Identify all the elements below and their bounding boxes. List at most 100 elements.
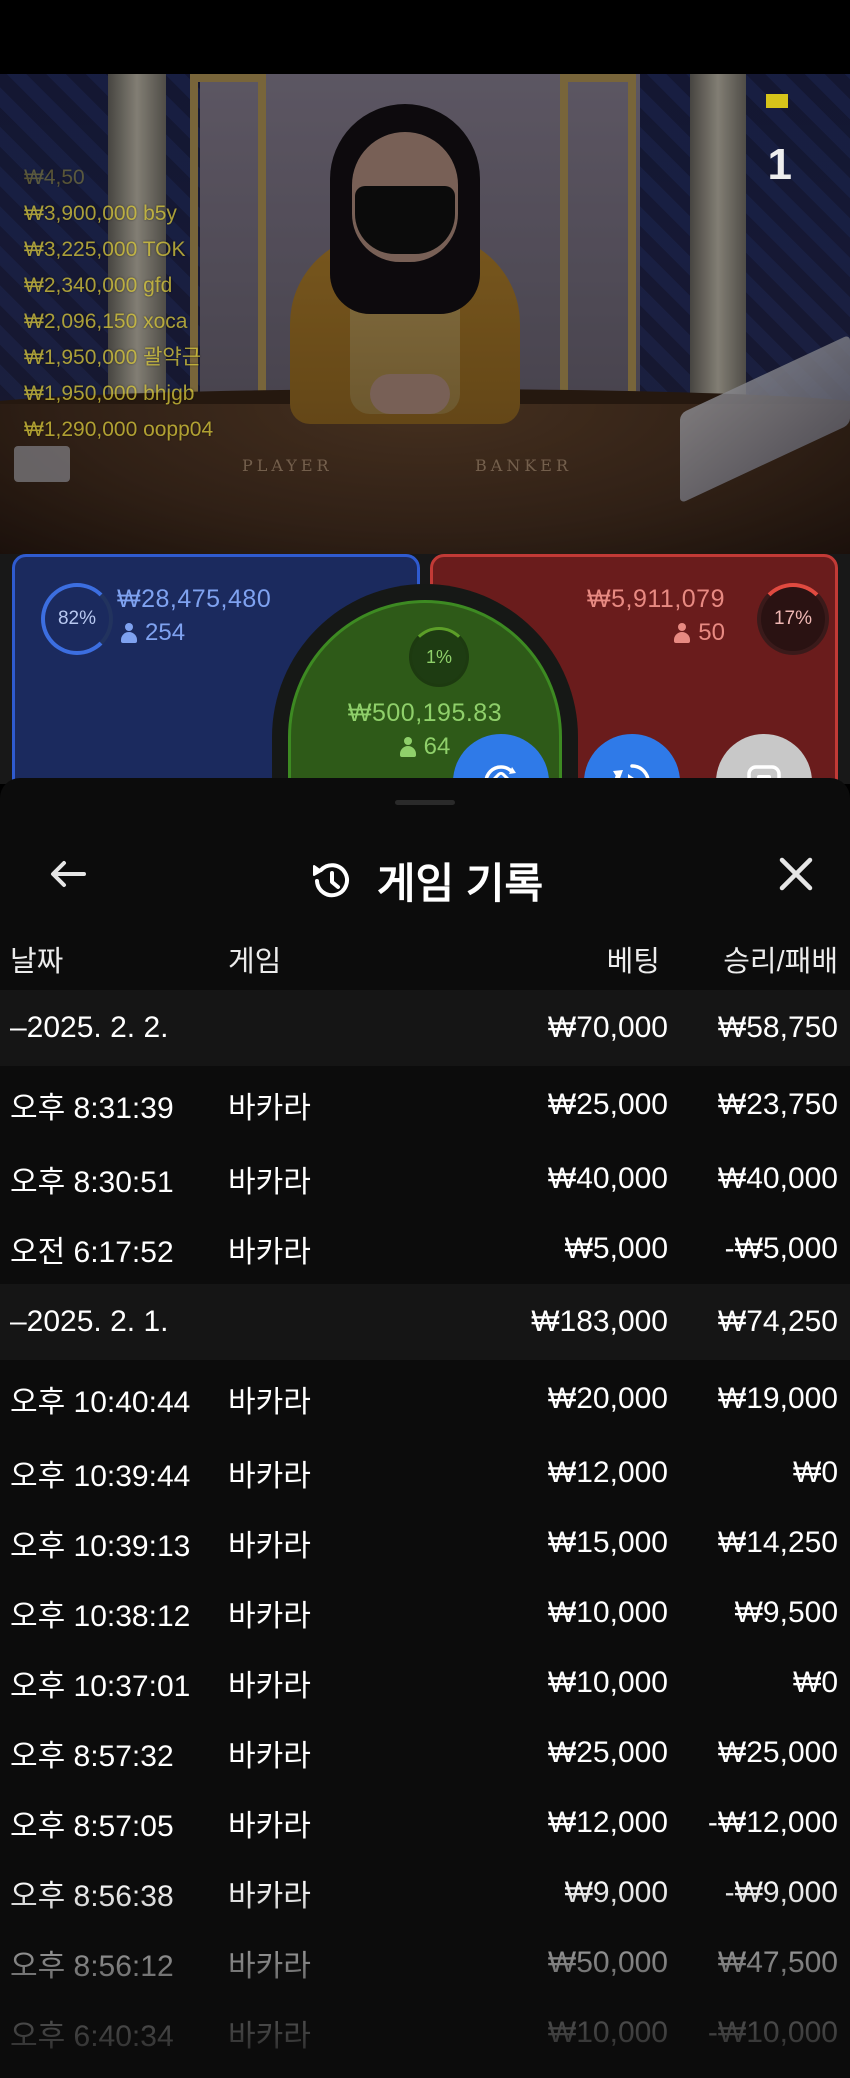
game-cell: 바카라 [228,1460,311,1493]
column-header-bet: 베팅 [606,946,660,978]
sheet-header: 게임 기록 [0,818,850,928]
win-loss-cell: -₩5,000 [724,1232,838,1265]
bet-cell: ₩10,000 [547,2016,668,2049]
history-clock-icon [312,862,349,897]
round-number: 1 [767,140,792,189]
win-loss-cell: ₩23,750 [717,1088,838,1121]
win-loss-cell: -₩10,000 [707,2016,838,2049]
leaderboard-row: ₩1,950,000 bhjgb [24,382,195,405]
history-row: 오후 6:40:34 바카라 ₩10,000 -₩10,000 [0,1998,850,2068]
time-cell: 오후 8:31:39 [10,1092,174,1125]
time-cell: 오후 10:38:12 [10,1600,191,1633]
history-row: 오후 8:31:39 바카라 ₩25,000 ₩23,750 [0,1066,850,1144]
win-loss-cell: -₩9,000 [724,1876,838,1909]
bet-cell: ₩9,000 [564,1876,668,1909]
time-cell: 오후 10:39:13 [10,1530,191,1563]
person-icon [121,623,137,643]
game-cell: 바카라 [228,1670,311,1703]
time-cell: 오후 8:57:05 [10,1810,174,1843]
date-label: –2025. 2. 2. [10,1011,169,1044]
column-header-date: 날짜 [10,946,64,978]
player-count: 254 [121,619,185,647]
player-percent: 82% [41,583,113,655]
history-row: 오전 6:17:52 바카라 ₩5,000 -₩5,000 [0,1214,850,1284]
game-cell: 바카라 [228,1600,311,1633]
tie-percent: 1% [409,627,469,687]
game-cell: 바카라 [228,1950,311,1983]
page-title: 게임 기록 [376,860,544,907]
game-cell: 바카라 [228,1386,311,1419]
win-loss-cell: ₩74,250 [717,1305,838,1338]
date-group-row[interactable]: –2025. 2. 2. ₩70,000 ₩58,750 [0,990,850,1066]
history-row: 오후 8:56:38 바카라 ₩9,000 -₩9,000 [0,1858,850,1928]
leaderboard-row: ₩3,900,000 b5y [24,202,177,225]
win-loss-cell: ₩14,250 [717,1526,838,1559]
player-count-value: 254 [145,619,186,646]
history-row: 오후 10:40:44 바카라 ₩20,000 ₩19,000 [0,1360,850,1438]
leaderboard-row: ₩3,225,000 TOK [24,238,186,261]
bet-cell: ₩183,000 [531,1305,668,1338]
bet-cell: ₩5,000 [564,1232,668,1265]
live-video: PLAYER BANKER 1 ₩4,50 ₩3,900,000 b5y ₩3,22… [0,74,850,554]
history-list: –2025. 2. 2. ₩70,000 ₩58,750 오후 8:31:39 바카라 ₩… [0,990,850,2068]
banker-count-value: 50 [698,619,725,646]
bet-cell: ₩40,000 [547,1162,668,1195]
win-loss-cell: ₩0 [793,1666,838,1699]
bet-cell: ₩25,000 [547,1736,668,1769]
close-button[interactable] [768,846,824,902]
win-loss-cell: ₩9,500 [734,1596,838,1629]
game-cell: 바카라 [228,2020,311,2053]
game-cell: 바카라 [228,1880,311,1913]
time-cell: 오후 8:57:32 [10,1740,174,1773]
game-cell: 바카라 [228,1810,311,1843]
winners-leaderboard: ₩4,50 ₩3,900,000 b5y ₩3,225,000 TOK ₩2,340,… [24,160,213,448]
banker-amount: ₩5,911,079 [587,585,725,613]
win-loss-cell: ₩40,000 [717,1162,838,1195]
game-cell: 바카라 [228,1740,311,1773]
leaderboard-row: ₩1,290,000 oopp04 [24,418,214,441]
win-loss-cell: ₩58,750 [717,1011,838,1044]
banker-percent: 17% [757,583,829,655]
game-cell: 바카라 [228,1530,311,1563]
bet-cell: ₩15,000 [547,1526,668,1559]
win-loss-cell: ₩0 [793,1456,838,1489]
time-cell: 오후 10:40:44 [10,1386,191,1419]
win-loss-cell: ₩19,000 [717,1382,838,1415]
betting-area: 82% ₩28,475,480 254 ₩5,911,079 50 17% 1%… [0,554,850,890]
tie-count-value: 64 [423,733,451,760]
bet-cell: ₩25,000 [547,1088,668,1121]
date-label: –2025. 2. 1. [10,1305,169,1338]
bet-cell: ₩10,000 [547,1596,668,1629]
history-row: 오후 10:39:13 바카라 ₩15,000 ₩14,250 [0,1508,850,1578]
bet-cell: ₩20,000 [547,1382,668,1415]
sheet-handle[interactable] [395,800,455,805]
column-header-game: 게임 [228,946,282,978]
bet-cell: ₩12,000 [547,1456,668,1489]
bet-cell: ₩12,000 [547,1806,668,1839]
win-loss-cell: ₩47,500 [717,1946,838,1979]
date-group-row[interactable]: –2025. 2. 1. ₩183,000 ₩74,250 [0,1284,850,1360]
leaderboard-row: ₩4,50 [24,166,85,189]
column-header-win-loss: 승리/패배 [723,946,838,978]
game-cell: 바카라 [228,1166,311,1199]
history-row: 오후 10:39:44 바카라 ₩12,000 ₩0 [0,1438,850,1508]
flag-icon [766,94,788,108]
leaderboard-row: ₩2,096,150 xoca [24,310,188,333]
time-cell: 오후 8:30:51 [10,1166,174,1199]
tie-amount: ₩500,195.83 [347,699,503,727]
bet-cell: ₩50,000 [547,1946,668,1979]
time-cell: 오후 6:40:34 [10,2020,174,2053]
time-cell: 오후 8:56:12 [10,1950,174,1983]
sheet-title: 게임 기록 [0,850,850,911]
time-cell: 오후 10:37:01 [10,1670,191,1703]
win-loss-cell: -₩12,000 [707,1806,838,1839]
history-row: 오후 8:57:05 바카라 ₩12,000 -₩12,000 [0,1788,850,1858]
banker-count: 50 [674,619,725,647]
history-row: 오후 10:37:01 바카라 ₩10,000 ₩0 [0,1648,850,1718]
close-icon [779,857,813,891]
history-row: 오후 8:57:32 바카라 ₩25,000 ₩25,000 [0,1718,850,1788]
time-cell: 오후 8:56:38 [10,1880,174,1913]
bet-cell: ₩70,000 [547,1011,668,1044]
time-cell: 오후 10:39:44 [10,1460,191,1493]
person-icon [674,623,691,643]
